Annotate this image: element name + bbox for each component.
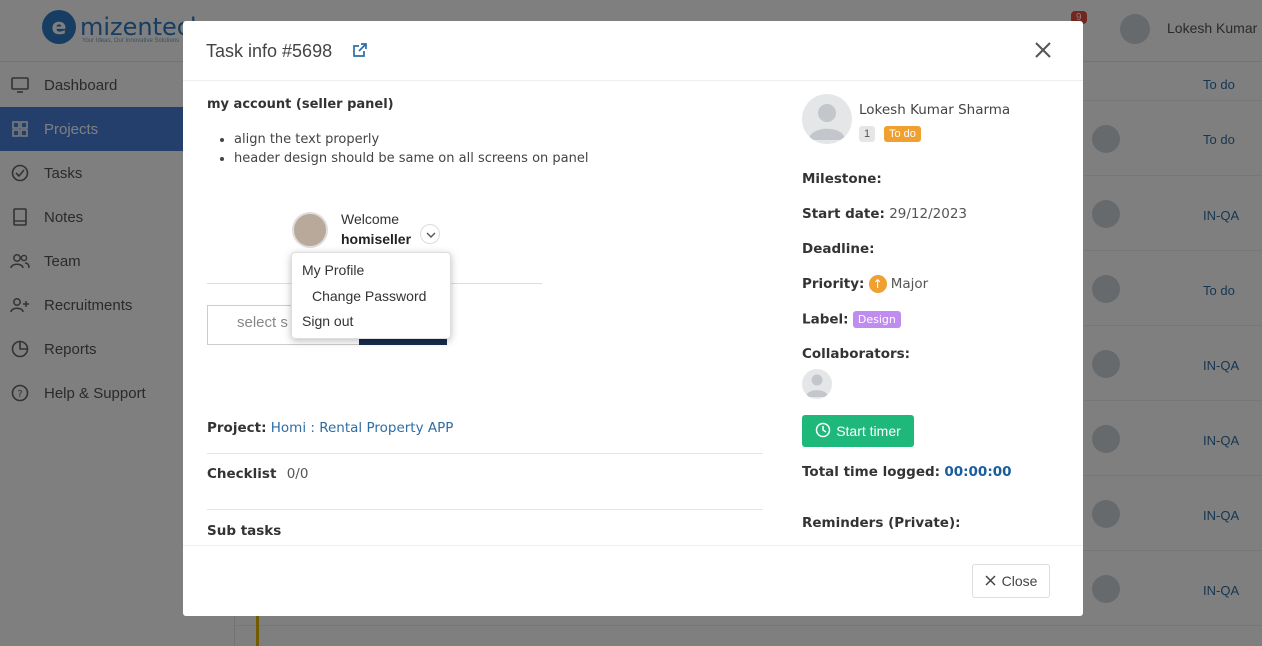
status-badge: To do [884,126,921,142]
external-link-icon[interactable] [352,42,368,58]
dropdown-menu: My Profile Change Password Sign out [291,252,451,339]
modal-footer: Close [183,545,1083,616]
label-chip: Design [852,311,901,328]
label-label: Label: [802,311,849,328]
milestone-label: Milestone: [802,171,882,187]
select-placeholder: select s [237,314,288,331]
list-item: header design should be same on all scre… [234,151,588,166]
welcome-text: Welcome [341,211,400,227]
deadline-label: Deadline: [802,241,875,257]
close-icon[interactable] [1031,38,1055,62]
reminders-label: Reminders (Private): [802,515,961,531]
task-info-modal: Task info #5698 my account (seller panel… [183,21,1083,616]
checklist-label: Checklist [207,466,277,482]
assignee-name[interactable]: Lokesh Kumar Sharma [859,102,1010,118]
total-time-row: Total time logged: 00:00:00 [802,464,1012,480]
checklist-count: 0/0 [286,466,309,482]
menu-item-change-password: Change Password [312,288,427,304]
deadline-row: Deadline: [802,241,875,257]
project-label: Project: [207,420,267,436]
label-row: Label: Design [802,311,901,328]
checklist-row: Checklist 0/0 [207,466,308,482]
start-timer-label: Start timer [836,423,901,439]
list-item: align the text properly [234,132,588,147]
start-date-label: Start date: [802,206,885,222]
total-time-value: 00:00:00 [944,464,1012,480]
start-timer-button[interactable]: Start timer [802,415,914,447]
total-time-label: Total time logged: [802,464,941,480]
subtasks-label: Sub tasks [207,523,282,539]
modal-header: Task info #5698 [183,21,1083,81]
start-date-value: 29/12/2023 [889,206,967,222]
menu-item-my-profile: My Profile [302,262,365,278]
description-list: align the text properly header design sh… [234,132,588,170]
close-button[interactable]: Close [972,564,1050,598]
collaborators-row: Collaborators: [802,346,910,362]
attached-screenshot[interactable]: Welcome homiseller select s My Profile C… [207,202,557,352]
milestone-row: Milestone: [802,171,882,187]
menu-item-sign-out: Sign out [302,313,354,329]
collaborators-label: Collaborators: [802,346,911,362]
count-badge: 1 [859,126,876,142]
modal-body: my account (seller panel) align the text… [183,82,1083,546]
priority-value: Major [890,276,929,292]
clock-icon [815,422,831,441]
description-title: my account (seller panel) [207,97,394,112]
project-row: Project: Homi : Rental Property APP [207,420,453,436]
assignee-avatar [802,94,852,144]
avatar [292,212,328,248]
modal-title: Task info #5698 [206,41,333,61]
divider [207,509,763,510]
divider [207,453,763,454]
priority-row: Priority: ↑ Major [802,275,928,293]
project-link[interactable]: Homi : Rental Property APP [271,420,454,436]
start-date-row: Start date: 29/12/2023 [802,206,967,222]
priority-label: Priority: [802,276,865,292]
reminders-row: Reminders (Private): [802,515,961,531]
close-button-label: Close [1001,573,1038,589]
subtasks-row: Sub tasks [207,523,281,539]
chevron-down-icon [420,224,440,244]
collaborator-avatar[interactable] [802,369,832,399]
arrow-up-icon: ↑ [868,275,887,293]
close-icon [985,573,996,589]
username-text: homiseller [341,231,412,247]
